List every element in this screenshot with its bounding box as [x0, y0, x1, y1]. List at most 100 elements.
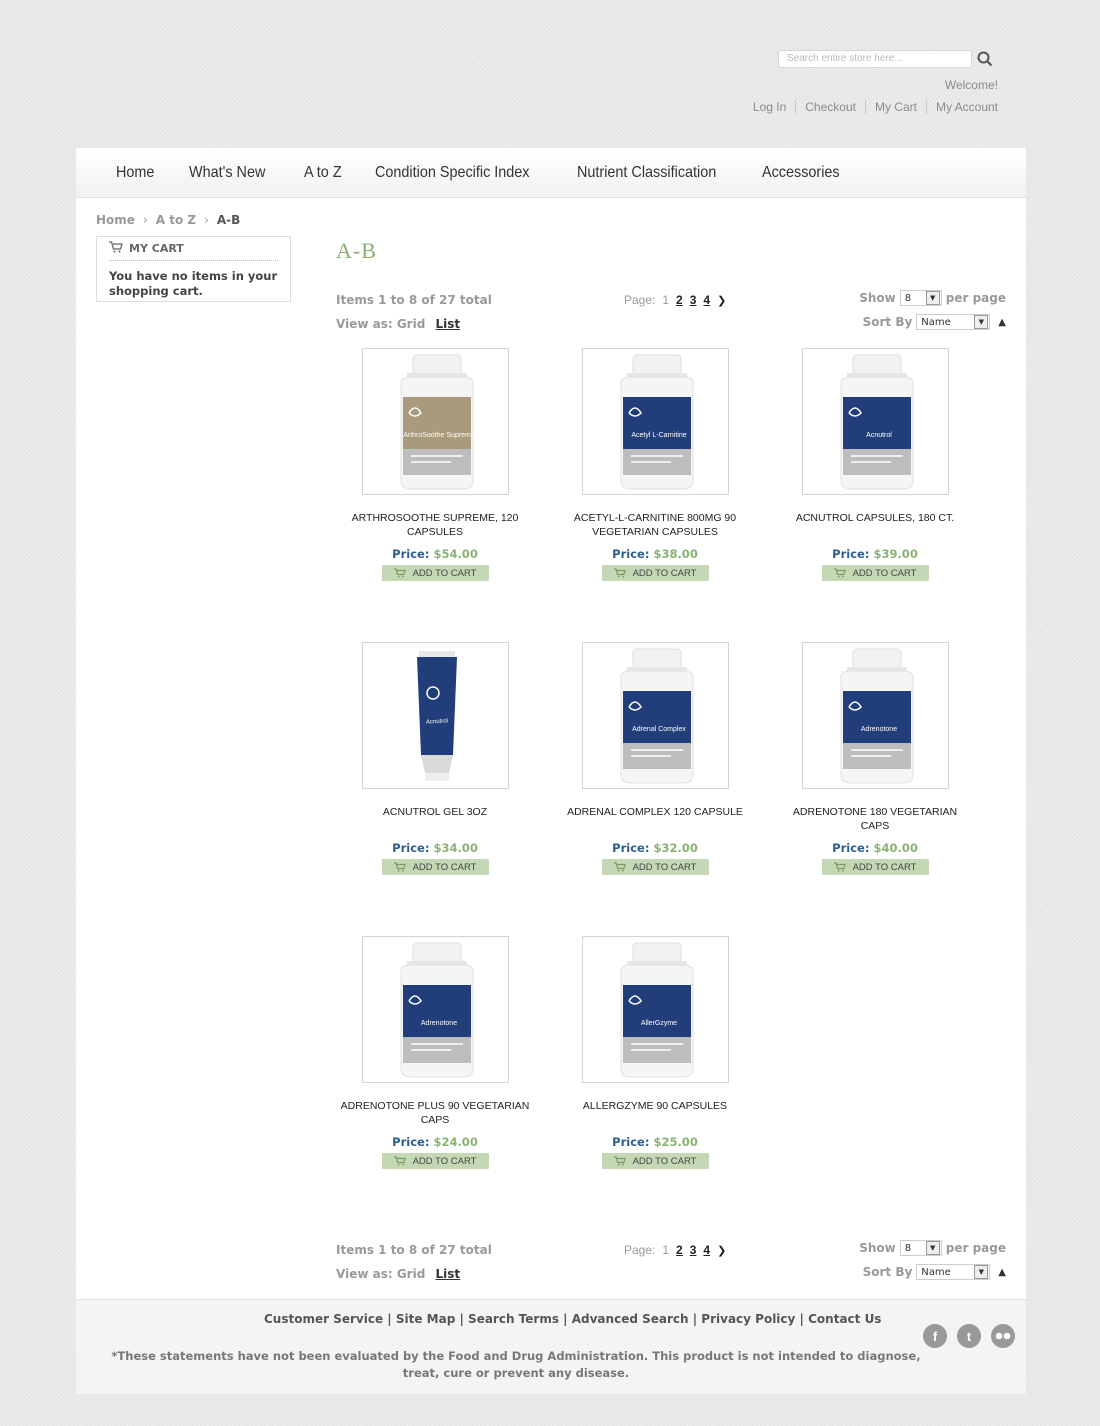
show-label: Show	[859, 291, 896, 305]
product-name[interactable]: ACETYL-L-CARNITINE 800MG 90 VEGETARIAN C…	[560, 511, 750, 541]
page-3-link[interactable]: 3	[690, 1243, 697, 1257]
product-image[interactable]: Adrenotone	[361, 936, 509, 1083]
cart-icon	[393, 862, 406, 872]
next-page-icon[interactable]: ❯	[717, 1244, 726, 1257]
search-input[interactable]: Search entire store here...	[778, 50, 972, 68]
product-name[interactable]: ACNUTROL CAPSULES, 180 CT.	[780, 511, 970, 541]
product-image[interactable]: ArthroSoothe Supreme	[361, 348, 509, 495]
footer-search-terms[interactable]: Search Terms	[468, 1312, 559, 1326]
product-image[interactable]: AllerGzyme	[581, 936, 729, 1083]
per-page-label: per page	[945, 291, 1006, 305]
page-4-link[interactable]: 4	[703, 293, 710, 307]
next-page-icon[interactable]: ❯	[717, 294, 726, 307]
facebook-icon[interactable]: f	[923, 1324, 947, 1348]
product-price: Price: $32.00	[560, 841, 750, 855]
product-name[interactable]: ADRENOTONE PLUS 90 VEGETARIAN CAPS	[340, 1099, 530, 1129]
product-image[interactable]: Acetyl L-Carnitine	[581, 348, 729, 495]
page-container: Home What's New A to Z Condition Specifi…	[76, 148, 1026, 1394]
product-item: Acnutrol ACNUTROL CAPSULES, 180 CT. Pric…	[780, 348, 970, 581]
sort-select[interactable]: Name ▼	[916, 1264, 991, 1280]
cart-icon	[393, 568, 406, 578]
price-label: Price:	[392, 547, 430, 561]
product-price: Price: $24.00	[340, 1135, 530, 1149]
footer-site-map[interactable]: Site Map	[396, 1312, 455, 1326]
flickr-icon[interactable]	[991, 1324, 1015, 1348]
nav-condition-specific-index[interactable]: Condition Specific Index	[375, 164, 529, 182]
social-links: f t	[923, 1324, 1015, 1348]
sort-label: Sort By	[862, 1265, 913, 1279]
add-to-cart-label: ADD TO CART	[412, 567, 477, 579]
items-count: Items 1 to 8 of 27 total	[336, 1243, 492, 1257]
add-to-cart-button[interactable]: ADD TO CART	[601, 1153, 709, 1169]
sorter: Sort By Name ▼ ▲	[863, 314, 1006, 330]
page-2-link[interactable]: 2	[676, 1243, 683, 1257]
my-account-link[interactable]: My Account	[925, 100, 998, 114]
nav-whats-new[interactable]: What's New	[189, 164, 265, 182]
page-title: A-B	[336, 238, 377, 263]
add-to-cart-button[interactable]: ADD TO CART	[821, 565, 929, 581]
search-icon[interactable]	[976, 50, 994, 68]
price-value: $38.00	[653, 547, 698, 561]
page-3-link[interactable]: 3	[690, 293, 697, 307]
price-label: Price:	[392, 841, 430, 855]
price-value: $54.00	[433, 547, 478, 561]
nav-a-to-z[interactable]: A to Z	[304, 164, 342, 182]
view-grid: Grid	[396, 1267, 426, 1281]
my-cart-link[interactable]: My Cart	[864, 100, 926, 114]
nav-home[interactable]: Home	[116, 164, 154, 182]
price-label: Price:	[612, 547, 650, 561]
footer-customer-service[interactable]: Customer Service	[264, 1312, 383, 1326]
pager: Page: 1 2 3 4 ❯	[624, 1243, 726, 1257]
items-count: Items 1 to 8 of 27 total	[336, 293, 492, 307]
product-image[interactable]: Adrenal Complex	[581, 642, 729, 789]
tumblr-icon[interactable]: t	[957, 1324, 981, 1348]
product-price: Price: $34.00	[340, 841, 530, 855]
view-list-link[interactable]: List	[436, 1267, 461, 1281]
page-4-link[interactable]: 4	[703, 1243, 710, 1257]
page-1: 1	[662, 1243, 670, 1257]
breadcrumb-a-to-z[interactable]: A to Z	[156, 213, 196, 227]
add-to-cart-button[interactable]: ADD TO CART	[381, 1153, 489, 1169]
add-to-cart-label: ADD TO CART	[412, 1155, 477, 1167]
price-value: $32.00	[653, 841, 698, 855]
product-name[interactable]: ACNUTROL GEL 3OZ	[340, 805, 530, 835]
footer-advanced-search[interactable]: Advanced Search	[572, 1312, 689, 1326]
limiter: Show 8 ▼ per page	[859, 1240, 1006, 1256]
add-to-cart-button[interactable]: ADD TO CART	[381, 859, 489, 875]
view-list-link[interactable]: List	[436, 317, 461, 331]
view-grid: Grid	[396, 317, 426, 331]
nav-nutrient-classification[interactable]: Nutrient Classification	[577, 164, 716, 182]
cart-empty-message: You have no items in your shopping cart.	[109, 269, 278, 298]
add-to-cart-button[interactable]: ADD TO CART	[821, 859, 929, 875]
toolbar-top: Items 1 to 8 of 27 total View as: Grid L…	[336, 290, 1006, 337]
checkout-link[interactable]: Checkout	[795, 100, 865, 114]
product-name[interactable]: ALLERGZYME 90 CAPSULES	[560, 1099, 750, 1129]
footer-contact-us[interactable]: Contact Us	[808, 1312, 881, 1326]
login-link[interactable]: Log In	[744, 100, 795, 114]
price-value: $40.00	[873, 841, 918, 855]
sort-direction-icon[interactable]: ▲	[998, 317, 1006, 328]
sort-direction-icon[interactable]: ▲	[998, 1267, 1006, 1278]
add-to-cart-button[interactable]: ADD TO CART	[601, 565, 709, 581]
breadcrumb-home[interactable]: Home	[96, 213, 135, 227]
product-image[interactable]: Acnutrol	[361, 642, 509, 789]
breadcrumb: Home › A to Z › A-B	[96, 213, 240, 227]
product-image[interactable]: Acnutrol	[801, 348, 949, 495]
product-price: Price: $54.00	[340, 547, 530, 561]
page-2-link[interactable]: 2	[676, 293, 683, 307]
add-to-cart-button[interactable]: ADD TO CART	[381, 565, 489, 581]
nav-accessories[interactable]: Accessories	[762, 164, 840, 182]
product-image[interactable]: Adrenotone	[801, 642, 949, 789]
show-select[interactable]: 8 ▼	[899, 290, 942, 306]
add-to-cart-button[interactable]: ADD TO CART	[601, 859, 709, 875]
sort-select[interactable]: Name ▼	[916, 314, 991, 330]
product-name[interactable]: ADRENOTONE 180 VEGETARIAN CAPS	[780, 805, 970, 835]
show-select[interactable]: 8 ▼	[899, 1240, 942, 1256]
account-links: Log In Checkout My Cart My Account	[744, 100, 998, 114]
per-page-label: per page	[945, 1241, 1006, 1255]
product-name[interactable]: ADRENAL COMPLEX 120 CAPSULE	[560, 805, 750, 835]
view-mode: View as: Grid List	[336, 1267, 460, 1281]
footer-privacy-policy[interactable]: Privacy Policy	[701, 1312, 795, 1326]
product-name[interactable]: ARTHROSOOTHE SUPREME, 120 CAPSULES	[340, 511, 530, 541]
product-item: AllerGzyme ALLERGZYME 90 CAPSULES Price:…	[560, 936, 750, 1169]
